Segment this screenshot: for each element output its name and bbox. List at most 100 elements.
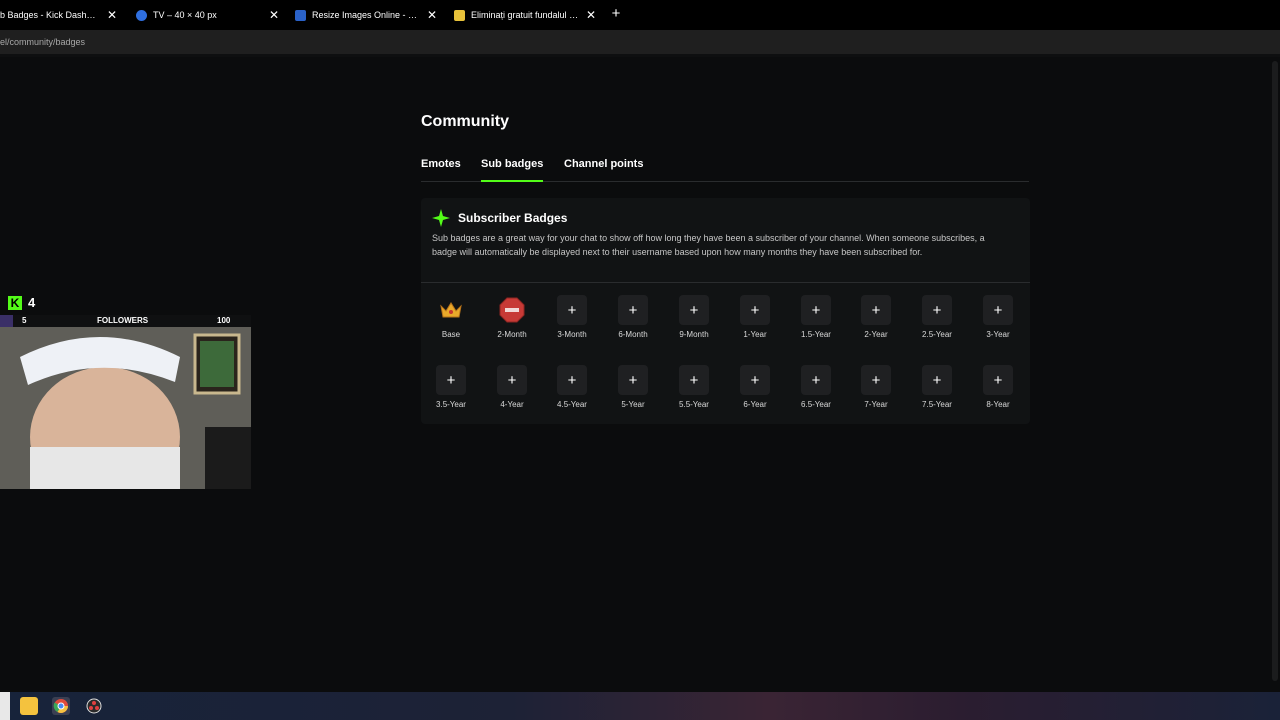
badge-6-year[interactable]: + 6-Year (725, 365, 785, 417)
tab-close-icon[interactable]: ✕ (585, 8, 597, 22)
badge-3-5-year[interactable]: + 3.5-Year (421, 365, 481, 417)
add-badge-button[interactable]: + (618, 365, 648, 395)
badge-label: 2-Month (497, 330, 527, 339)
badge-label: 1.5-Year (801, 330, 831, 339)
badge-3-year[interactable]: + 3-Year (968, 295, 1028, 347)
panel-description: Sub badges are a great way for your chat… (432, 233, 985, 257)
add-badge-button[interactable]: + (740, 365, 770, 395)
follower-goal-bar: 5 FOLLOWERS 100 (0, 315, 251, 327)
url-text[interactable]: el/community/badges (0, 37, 85, 47)
os-taskbar (0, 692, 1280, 720)
add-badge-button[interactable]: + (801, 295, 831, 325)
add-badge-button[interactable]: + (801, 365, 831, 395)
tab-channel-points[interactable]: Channel points (564, 158, 643, 182)
badge-label: 5.5-Year (679, 400, 709, 409)
badge-4-5-year[interactable]: + 4.5-Year (542, 365, 602, 417)
add-badge-button[interactable]: + (922, 295, 952, 325)
tab-title: TV – 40 × 40 px (153, 10, 217, 20)
badge-label: 6-Year (743, 400, 767, 409)
badge-7-5-year[interactable]: + 7.5-Year (907, 365, 967, 417)
plus-icon: + (689, 301, 699, 319)
obs-icon[interactable] (85, 697, 103, 715)
badge-4-year[interactable]: + 4-Year (482, 365, 542, 417)
panel-title: Subscriber Badges (458, 211, 568, 225)
page-scrollbar[interactable] (1270, 57, 1280, 692)
tab-title: Eliminați gratuit fundalul dintr- (471, 10, 581, 20)
tab-sub-badges[interactable]: Sub badges (481, 158, 544, 182)
follower-goal-widget: K 4 5 FOLLOWERS 100 (0, 293, 251, 327)
badge-label: 8-Year (986, 400, 1010, 409)
plus-icon: + (932, 301, 942, 319)
scrollbar-thumb[interactable] (1272, 61, 1278, 681)
badge-2-5-year[interactable]: + 2.5-Year (907, 295, 967, 347)
add-badge-button[interactable]: + (436, 365, 466, 395)
badge-label: 4.5-Year (557, 400, 587, 409)
plus-icon: + (750, 301, 760, 319)
add-badge-button[interactable]: + (983, 295, 1013, 325)
badge-label: 3-Month (557, 330, 587, 339)
tab-emotes[interactable]: Emotes (421, 158, 461, 182)
add-badge-button[interactable]: + (557, 365, 587, 395)
new-tab-button[interactable]: + (609, 5, 623, 23)
follower-goal-fill (0, 315, 13, 327)
plus-icon: + (993, 371, 1003, 389)
badge-label: 2-Year (864, 330, 888, 339)
add-badge-button[interactable]: + (557, 295, 587, 325)
badge-2-month[interactable]: 2-Month (482, 295, 542, 347)
badge-label: 4-Year (500, 400, 524, 409)
badge-label: 1-Year (743, 330, 767, 339)
plus-icon: + (567, 301, 577, 319)
kick-logo: K (8, 296, 22, 310)
badge-7-year[interactable]: + 7-Year (846, 365, 906, 417)
goal-label: FOLLOWERS (97, 316, 149, 325)
chrome-icon[interactable] (52, 697, 70, 715)
badge-label: 5-Year (621, 400, 645, 409)
browser-tab-resize-images[interactable]: Resize Images Online - Resize ✕ (295, 0, 438, 30)
sparkle-icon (432, 209, 450, 227)
add-badge-button[interactable]: + (740, 295, 770, 325)
panel-header: Subscriber Badges Sub badges are a great… (421, 198, 1030, 283)
badge-2-year[interactable]: + 2-Year (846, 295, 906, 347)
plus-icon: + (811, 301, 821, 319)
address-bar[interactable]: el/community/badges (0, 30, 1280, 54)
crown-icon[interactable] (436, 295, 466, 325)
badge-5-5-year[interactable]: + 5.5-Year (664, 365, 724, 417)
badge-1-year[interactable]: + 1-Year (725, 295, 785, 347)
badge-1-5-year[interactable]: + 1.5-Year (786, 295, 846, 347)
goal-count: 4 (28, 295, 36, 310)
badge-6-month[interactable]: + 6-Month (603, 295, 663, 347)
add-badge-button[interactable]: + (497, 365, 527, 395)
add-badge-button[interactable]: + (861, 365, 891, 395)
plus-icon: + (811, 371, 821, 389)
badge-9-month[interactable]: + 9-Month (664, 295, 724, 347)
add-badge-button[interactable]: + (983, 365, 1013, 395)
badge-base[interactable]: Base (421, 295, 481, 347)
browser-tab-image-size[interactable]: TV – 40 × 40 px ✕ (136, 0, 280, 30)
plus-icon: + (507, 371, 517, 389)
file-explorer-icon[interactable] (20, 697, 38, 715)
add-badge-button[interactable]: + (679, 295, 709, 325)
badge-label: 6.5-Year (801, 400, 831, 409)
add-badge-button[interactable]: + (679, 365, 709, 395)
browser-tab-kick-dashboard[interactable]: b Badges - Kick Dashboard ✕ (0, 0, 120, 30)
browser-tab-remove-background[interactable]: Eliminați gratuit fundalul dintr- ✕ (454, 0, 597, 30)
taskbar-start-edge[interactable] (0, 692, 10, 720)
plus-icon: + (750, 371, 760, 389)
badge-label: 3.5-Year (436, 400, 466, 409)
badge-8-year[interactable]: + 8-Year (968, 365, 1028, 417)
tab-close-icon[interactable]: ✕ (106, 8, 118, 22)
add-badge-button[interactable]: + (618, 295, 648, 325)
plus-icon: + (689, 371, 699, 389)
stop-sign-icon[interactable] (497, 295, 527, 325)
add-badge-button[interactable]: + (861, 295, 891, 325)
badge-6-5-year[interactable]: + 6.5-Year (786, 365, 846, 417)
badge-5-year[interactable]: + 5-Year (603, 365, 663, 417)
tab-title: Resize Images Online - Resize (312, 10, 422, 20)
badge-3-month[interactable]: + 3-Month (542, 295, 602, 347)
tab-close-icon[interactable]: ✕ (268, 8, 280, 22)
add-badge-button[interactable]: + (922, 365, 952, 395)
plus-icon: + (446, 371, 456, 389)
tab-close-icon[interactable]: ✕ (426, 8, 438, 22)
webcam-overlay: K 4 5 FOLLOWERS 100 (0, 293, 251, 489)
badge-label: 3-Year (986, 330, 1010, 339)
